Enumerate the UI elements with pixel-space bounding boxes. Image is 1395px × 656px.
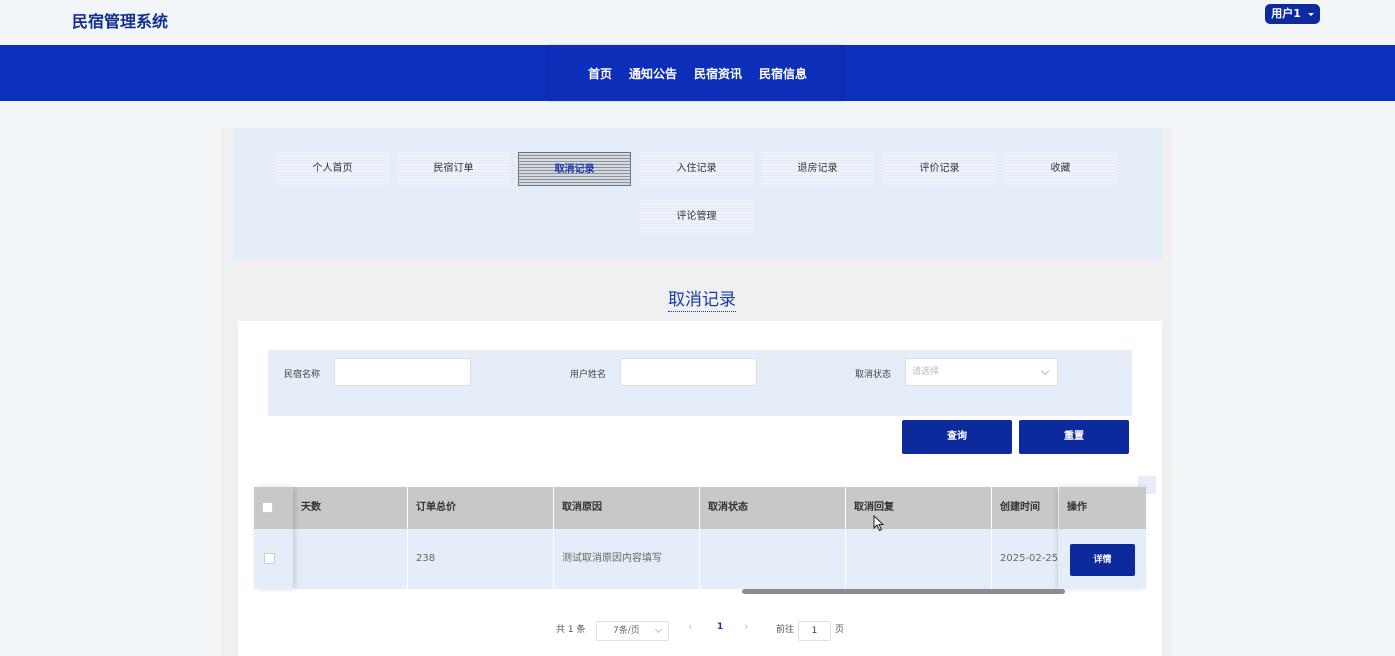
tab-checkout-records[interactable]: 退房记录: [761, 152, 874, 186]
row-checkbox[interactable]: [264, 553, 275, 564]
cell-cancel-reply: [846, 529, 992, 589]
goto-label: 前往: [776, 625, 795, 635]
page-unit-label: 页: [835, 625, 845, 635]
tab-checkin-records[interactable]: 入住记录: [640, 152, 753, 186]
cancel-status-select[interactable]: 请选择: [905, 358, 1058, 386]
chevron-down-icon: [1040, 366, 1050, 376]
col-days: 天数: [293, 487, 408, 529]
table-header: 天数 订单总价 取消原因 取消状态 取消回复 创建时间 操作: [254, 487, 1146, 529]
current-page[interactable]: 1: [717, 622, 723, 632]
tab-favorites[interactable]: 收藏: [1004, 152, 1117, 186]
nav-item-news[interactable]: 民宿资讯: [694, 65, 742, 82]
nav-item-home[interactable]: 首页: [588, 65, 612, 82]
col-cancel-reason: 取消原因: [554, 487, 700, 529]
page-size-select[interactable]: 7条/页: [596, 621, 669, 641]
user-name-input[interactable]: [620, 358, 757, 386]
col-created-time: 创建时间: [992, 487, 1059, 529]
table-horizontal-scrollbar[interactable]: [742, 589, 1065, 594]
fixed-checkbox-column: [254, 487, 293, 589]
col-total-price: 订单总价: [408, 487, 554, 529]
user-menu-button[interactable]: 用户1: [1265, 4, 1320, 24]
tab-comment-management[interactable]: 评论管理: [640, 200, 753, 234]
tab-review-records[interactable]: 评价记录: [883, 152, 996, 186]
tab-personal-home[interactable]: 个人首页: [276, 152, 389, 186]
next-page-button[interactable]: ›: [744, 620, 748, 633]
cell-cancel-status: [700, 529, 846, 589]
caret-down-icon: [1307, 12, 1314, 16]
homestay-name-label: 民宿名称: [284, 370, 321, 380]
nav-items: 首页 通知公告 民宿资讯 民宿信息: [588, 65, 824, 82]
nav-item-notice[interactable]: 通知公告: [629, 65, 677, 82]
cell-created-time: 2025-02-25 1: [992, 529, 1059, 589]
cell-cancel-reason: 测试取消原因内容填写: [554, 529, 700, 589]
page-title: 取消记录: [668, 285, 736, 312]
app-brand: 民宿管理系统: [72, 12, 169, 31]
user-label: 用户1: [1271, 7, 1301, 20]
cancel-status-label: 取消状态: [855, 370, 892, 380]
reset-button[interactable]: 重置: [1019, 420, 1129, 454]
main-nav: 首页 通知公告 民宿资讯 民宿信息: [0, 45, 1395, 101]
prev-page-button[interactable]: ‹: [688, 620, 692, 633]
cell-total-price: 238: [408, 529, 554, 589]
col-cancel-status: 取消状态: [700, 487, 846, 529]
homestay-name-input[interactable]: [334, 358, 471, 386]
col-cancel-reply: 取消回复: [846, 487, 992, 529]
mouse-cursor-icon: [873, 515, 885, 532]
records-table: 天数 订单总价 取消原因 取消状态 取消回复 创建时间 操作 238 测试取消原…: [254, 487, 1146, 589]
top-bar: 民宿管理系统 用户1: [0, 0, 1395, 45]
goto-page-input[interactable]: 1: [798, 621, 831, 641]
page-size-value: 7条/页: [613, 626, 640, 636]
user-name-label: 用户姓名: [570, 370, 607, 380]
detail-button[interactable]: 详情: [1070, 544, 1135, 576]
pagination-total: 共 1 条: [556, 625, 586, 635]
chevron-down-icon: [654, 625, 663, 634]
select-all-checkbox[interactable]: [262, 502, 273, 513]
checkbox-header-cell: [254, 487, 293, 529]
profile-tabs-panel: [233, 128, 1162, 260]
table-row: 238 测试取消原因内容填写 2025-02-25 1: [254, 529, 1146, 589]
tab-cancel-records[interactable]: 取消记录: [518, 152, 631, 186]
tab-orders[interactable]: 民宿订单: [397, 152, 510, 186]
cancel-status-placeholder: 请选择: [912, 367, 940, 377]
query-button[interactable]: 查询: [902, 420, 1012, 454]
nav-item-homestay[interactable]: 民宿信息: [759, 65, 807, 82]
cell-days: [293, 529, 408, 589]
